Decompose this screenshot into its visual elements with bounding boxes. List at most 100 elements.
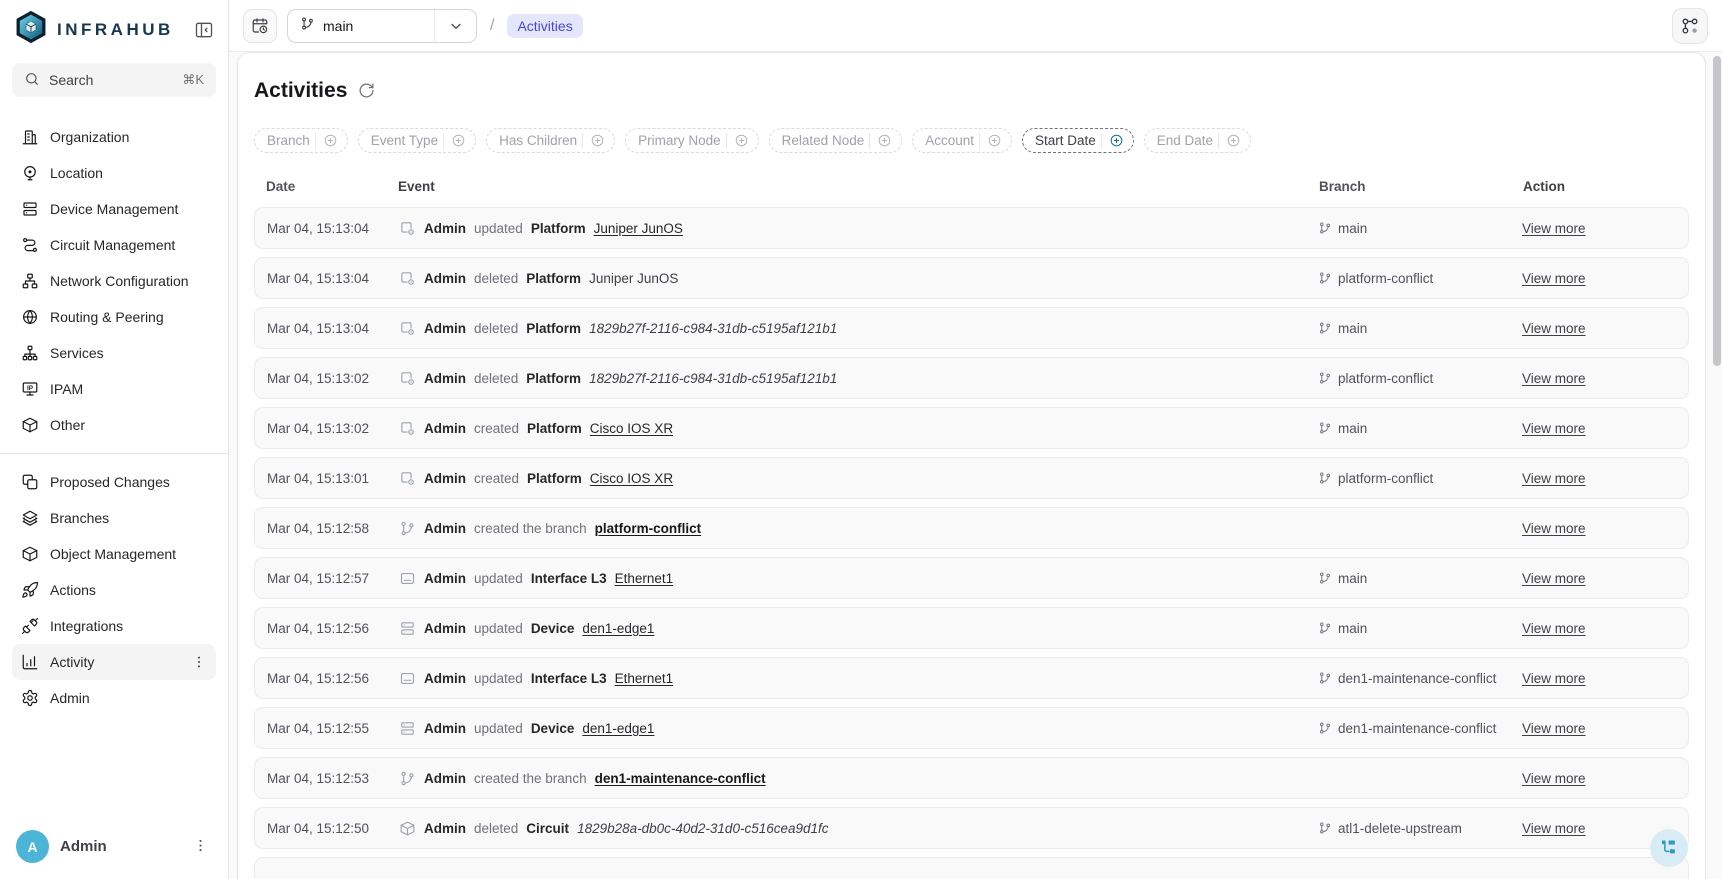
- row-date: Mar 04, 15:12:58: [267, 521, 391, 536]
- table-row[interactable]: Mar 04, 15:13:02AdmincreatedPlatformCisc…: [254, 407, 1689, 449]
- breadcrumb-activities[interactable]: Activities: [507, 14, 582, 38]
- sidebar-item-network-configuration[interactable]: Network Configuration: [12, 263, 216, 299]
- view-more-link[interactable]: View more: [1522, 521, 1586, 536]
- event-object-name[interactable]: den1-edge1: [582, 721, 654, 736]
- table-row[interactable]: Mar 04, 15:13:02AdmindeletedPlatform1829…: [254, 357, 1689, 399]
- user-menu-button[interactable]: [192, 837, 212, 857]
- view-more-link[interactable]: View more: [1522, 571, 1586, 586]
- sidebar-item-object-management[interactable]: Object Management: [12, 536, 216, 572]
- branch-selector[interactable]: main: [287, 9, 477, 43]
- row-branch: den1-maintenance-conflict: [1318, 721, 1514, 736]
- view-more-link[interactable]: View more: [1522, 371, 1586, 386]
- table-row[interactable]: Mar 04, 15:12:56AdminupdatedInterface L3…: [254, 657, 1689, 699]
- sidebar-item-routing-peering[interactable]: Routing & Peering: [12, 299, 216, 335]
- sidebar-item-actions[interactable]: Actions: [12, 572, 216, 608]
- sidebar-collapse-button[interactable]: [190, 16, 218, 44]
- search-icon: [24, 71, 40, 90]
- row-action: View more: [1522, 221, 1676, 236]
- sidebar-item-activity[interactable]: Activity: [12, 644, 216, 680]
- add-filter-icon[interactable]: [870, 129, 901, 152]
- sidebar-header: INFRAHUB: [0, 0, 228, 57]
- add-filter-icon[interactable]: [316, 129, 347, 152]
- table-row[interactable]: Mar 04, 15:12:50AdmindeletedCircuit1829b…: [254, 807, 1689, 849]
- sidebar-item-organization[interactable]: Organization: [12, 119, 216, 155]
- infrahub-logo[interactable]: INFRAHUB: [14, 10, 174, 49]
- event-object-name[interactable]: Cisco IOS XR: [590, 471, 673, 486]
- time-travel-button[interactable]: [243, 9, 277, 43]
- filter-chip-account[interactable]: Account: [912, 128, 1012, 153]
- filter-chip-start-date[interactable]: Start Date: [1022, 128, 1134, 153]
- filter-bar: Branch Event Type Has Children Primary Node…: [254, 128, 1689, 153]
- kebab-menu-icon[interactable]: [191, 654, 207, 670]
- event-account: Admin: [424, 471, 466, 486]
- filter-label: Event Type: [359, 129, 443, 152]
- event-object-name[interactable]: platform-conflict: [595, 521, 702, 536]
- event-verb: created: [474, 421, 519, 436]
- row-branch-name: den1-maintenance-conflict: [1338, 721, 1496, 736]
- add-filter-icon[interactable]: [583, 129, 614, 152]
- sidebar-item-circuit-management[interactable]: Circuit Management: [12, 227, 216, 263]
- filter-chip-related-node[interactable]: Related Node: [769, 128, 903, 153]
- table-row[interactable]: [254, 857, 1689, 879]
- table-row[interactable]: Mar 04, 15:13:04AdminupdatedPlatformJuni…: [254, 207, 1689, 249]
- add-filter-icon[interactable]: [1102, 129, 1133, 152]
- avatar[interactable]: A: [16, 830, 49, 863]
- filter-chip-has-children[interactable]: Has Children: [486, 128, 615, 153]
- view-more-link[interactable]: View more: [1522, 471, 1586, 486]
- add-filter-icon[interactable]: [444, 129, 475, 152]
- row-branch: platform-conflict: [1318, 471, 1514, 486]
- table-row[interactable]: Mar 04, 15:12:58Admincreated the branchp…: [254, 507, 1689, 549]
- add-filter-icon[interactable]: [1219, 129, 1250, 152]
- view-more-link[interactable]: View more: [1522, 221, 1586, 236]
- event-object-type: Interface L3: [531, 671, 607, 686]
- view-more-link[interactable]: View more: [1522, 421, 1586, 436]
- filter-chip-end-date[interactable]: End Date: [1144, 128, 1251, 153]
- sidebar-item-branches[interactable]: Branches: [12, 500, 216, 536]
- sidebar-item-other[interactable]: Other: [12, 407, 216, 443]
- sidebar-item-ipam[interactable]: IPIPAM: [12, 371, 216, 407]
- search-placeholder: Search: [49, 72, 93, 88]
- event-object-name[interactable]: Ethernet1: [615, 571, 674, 586]
- view-more-link[interactable]: View more: [1522, 671, 1586, 686]
- search-input[interactable]: Search ⌘K: [12, 63, 216, 97]
- table-row[interactable]: Mar 04, 15:13:01AdmincreatedPlatformCisc…: [254, 457, 1689, 499]
- refresh-icon[interactable]: [358, 82, 376, 100]
- add-filter-icon[interactable]: [727, 129, 758, 152]
- event-object-name[interactable]: Cisco IOS XR: [590, 421, 673, 436]
- sidebar-item-integrations[interactable]: Integrations: [12, 608, 216, 644]
- table-row[interactable]: Mar 04, 15:13:04AdmindeletedPlatform1829…: [254, 307, 1689, 349]
- event-object-name: 1829b28a-db0c-40d2-31d0-c516cea9d1fc: [577, 821, 828, 836]
- sidebar-item-location[interactable]: Location: [12, 155, 216, 191]
- sidebar-item-proposed-changes[interactable]: Proposed Changes: [12, 464, 216, 500]
- table-row[interactable]: Mar 04, 15:12:57AdminupdatedInterface L3…: [254, 557, 1689, 599]
- event-object-name[interactable]: den1-maintenance-conflict: [595, 771, 766, 786]
- view-more-link[interactable]: View more: [1522, 721, 1586, 736]
- tree-widget-button[interactable]: [1650, 829, 1688, 867]
- add-filter-icon[interactable]: [980, 129, 1011, 152]
- row-branch: main: [1318, 221, 1514, 236]
- view-more-link[interactable]: View more: [1522, 271, 1586, 286]
- table-row[interactable]: Mar 04, 15:12:55AdminupdatedDeviceden1-e…: [254, 707, 1689, 749]
- sidebar-item-services[interactable]: Services: [12, 335, 216, 371]
- view-more-link[interactable]: View more: [1522, 621, 1586, 636]
- filter-chip-branch[interactable]: Branch: [254, 128, 348, 153]
- view-more-link[interactable]: View more: [1522, 771, 1586, 786]
- sidebar-item-device-management[interactable]: Device Management: [12, 191, 216, 227]
- cube-icon: [21, 545, 39, 563]
- table-header: DateEventBranchAction: [254, 169, 1689, 207]
- event-verb: deleted: [474, 271, 518, 286]
- schema-graph-button[interactable]: [1672, 8, 1708, 44]
- table-row[interactable]: Mar 04, 15:12:56AdminupdatedDeviceden1-e…: [254, 607, 1689, 649]
- view-more-link[interactable]: View more: [1522, 321, 1586, 336]
- table-row[interactable]: Mar 04, 15:12:53Admincreated the branchd…: [254, 757, 1689, 799]
- filter-chip-primary-node[interactable]: Primary Node: [625, 128, 759, 153]
- row-event: AdminupdatedInterface L3Ethernet1: [399, 570, 1310, 587]
- filter-chip-event-type[interactable]: Event Type: [358, 128, 476, 153]
- event-object-name[interactable]: den1-edge1: [582, 621, 654, 636]
- scrollbar-thumb[interactable]: [1713, 56, 1721, 366]
- table-row[interactable]: Mar 04, 15:13:04AdmindeletedPlatformJuni…: [254, 257, 1689, 299]
- sidebar-item-admin[interactable]: Admin: [12, 680, 216, 716]
- event-object-name[interactable]: Ethernet1: [615, 671, 674, 686]
- view-more-link[interactable]: View more: [1522, 821, 1586, 836]
- event-object-name[interactable]: Juniper JunOS: [594, 221, 683, 236]
